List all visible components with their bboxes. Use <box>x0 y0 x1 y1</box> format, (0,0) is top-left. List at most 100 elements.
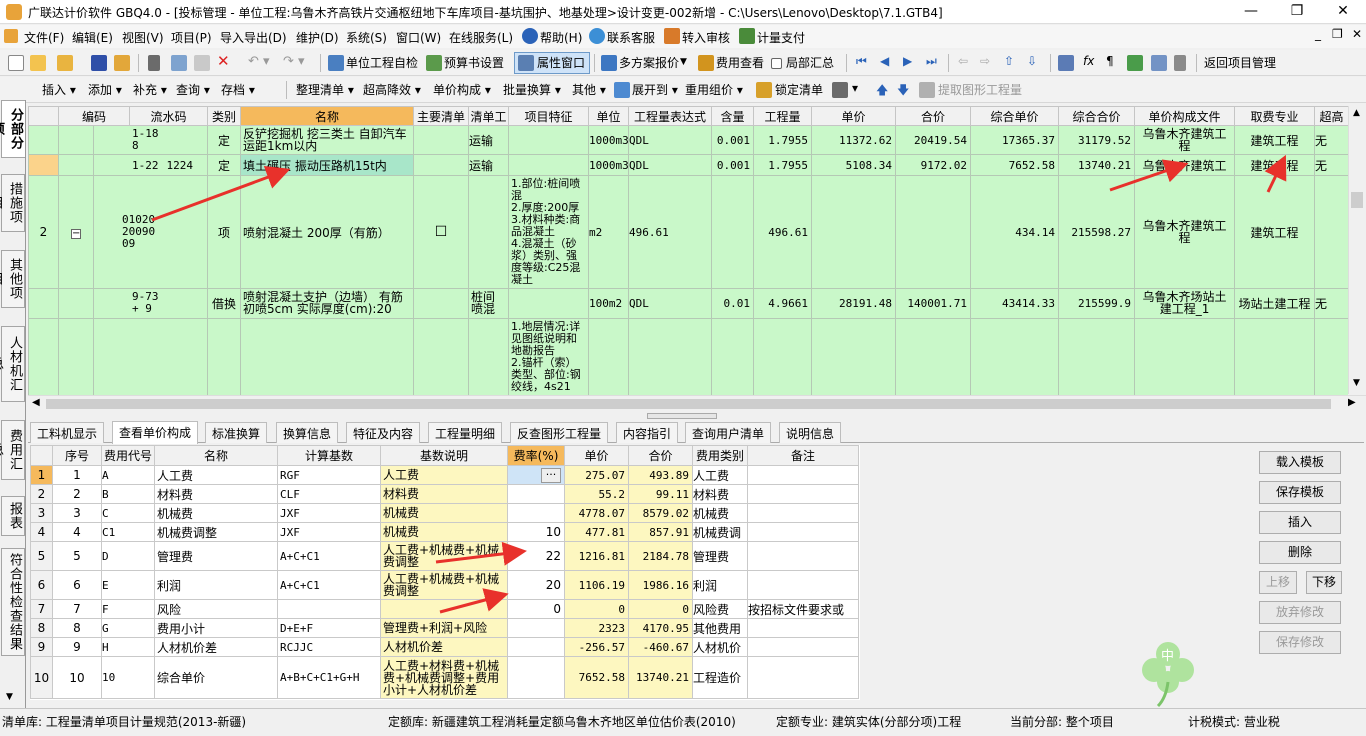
unit-price-cell[interactable]: -256.57 <box>564 637 629 657</box>
total-cell[interactable]: 8579.02 <box>628 503 693 523</box>
base-desc-cell[interactable]: 人材机价差 <box>380 637 508 657</box>
header-total[interactable]: 合价 <box>628 445 693 466</box>
main-list-cell[interactable] <box>413 318 470 396</box>
header-type[interactable]: 类别 <box>207 106 242 126</box>
fee-name-cell[interactable]: 风险 <box>154 599 278 619</box>
calc-base-cell[interactable] <box>277 599 381 619</box>
layers-icon[interactable] <box>1151 55 1167 71</box>
note-cell[interactable] <box>747 465 859 485</box>
next-icon[interactable]: ▶ <box>903 54 912 68</box>
note-cell[interactable] <box>747 570 859 600</box>
fee-code-cell[interactable]: C <box>101 503 155 523</box>
table-row[interactable]: 2 − 01020 20090 09 项 喷射混凝土 200厚（有筋） ☐ 1.部位… <box>28 175 1348 289</box>
unit-cell[interactable]: 1000m3 <box>588 125 630 155</box>
menu-online-service[interactable]: 在线服务(L) <box>449 29 513 46</box>
menu-import-export[interactable]: 导入导出(D) <box>220 29 287 46</box>
header-rate[interactable]: 费率(%) <box>507 445 565 466</box>
content-cell[interactable]: 0.01 <box>711 288 755 319</box>
fee-code-cell[interactable]: G <box>101 618 155 638</box>
list-icon[interactable] <box>1174 55 1186 71</box>
expr-cell[interactable]: QDL <box>628 154 713 176</box>
paint-icon[interactable] <box>832 82 848 98</box>
rate-cell[interactable]: ··· <box>507 465 565 485</box>
note-cell[interactable] <box>747 541 859 571</box>
composition-row[interactable]: 3 3 C 机械费 JXF 机械费 4778.07 8579.02 机械费 <box>30 503 859 523</box>
tab-description[interactable]: 说明信息 <box>779 422 842 443</box>
fee-name-cell[interactable]: 利润 <box>154 570 278 600</box>
multi-quote-button[interactable]: 多方案报价 <box>619 54 679 71</box>
move-up-icon[interactable]: ⇧ <box>1004 54 1014 68</box>
code-cell[interactable]: 01020 20090 09 <box>92 175 209 289</box>
total-cell[interactable]: 9172.02 <box>895 154 972 176</box>
comp-price-cell[interactable]: 434.14 <box>970 175 1060 289</box>
price-file-cell[interactable] <box>1134 318 1236 396</box>
calc-base-cell[interactable]: RCJJC <box>277 637 381 657</box>
total-cell[interactable]: 857.91 <box>628 522 693 542</box>
fee-name-cell[interactable]: 人材机价差 <box>154 637 278 657</box>
comp-total-cell[interactable] <box>1058 318 1136 396</box>
features-cell[interactable]: 1.部位:桩间喷混 2.厚度:200厚 3.材料种类:商品混凝土 4.混凝土（砂浆）类… <box>508 175 590 289</box>
header-fee-name[interactable]: 名称 <box>154 445 278 466</box>
total-cell[interactable]: 99.11 <box>628 484 693 504</box>
add-menu[interactable]: 添加 ▾ <box>88 81 122 98</box>
total-cell[interactable]: 140001.71 <box>895 288 972 319</box>
menu-measure-pay[interactable]: 计量支付 <box>757 29 805 46</box>
expr-cell[interactable]: 496.61 <box>628 175 713 289</box>
splitter-grip[interactable] <box>647 413 717 419</box>
fee-name-cell[interactable]: 管理费 <box>154 541 278 571</box>
fee-major-cell[interactable]: 建筑工程 <box>1234 125 1316 155</box>
tab-compliance-check[interactable]: 符合性检查结果 <box>1 548 25 656</box>
header-base-desc[interactable]: 基数说明 <box>380 445 508 466</box>
header-code[interactable]: 编码 <box>57 106 131 126</box>
name-cell[interactable] <box>240 318 415 396</box>
unit-price-cell[interactable]: 1216.81 <box>564 541 629 571</box>
move-left-icon[interactable]: ⇦ <box>958 54 968 68</box>
fee-name-cell[interactable]: 机械费调整 <box>154 522 278 542</box>
batch-convert-menu[interactable]: 批量换算 ▾ <box>503 81 561 98</box>
paste-icon[interactable] <box>194 55 210 71</box>
menu-customer-service[interactable]: 联系客服 <box>607 29 655 46</box>
paint-dropdown-icon[interactable]: ▾ <box>852 81 858 95</box>
features-cell[interactable]: 1.地层情况:详见图纸说明和地勘报告 2.锚杆（索）类型、部位:钢绞线，4s21 <box>508 318 590 396</box>
base-desc-cell[interactable]: 人工费+机械费+机械费调整 <box>380 570 508 600</box>
tab-quantity-detail[interactable]: 工程量明细 <box>428 422 503 443</box>
move-down-icon[interactable]: ⇩ <box>1027 54 1037 68</box>
seq-cell[interactable]: 9 <box>52 637 102 657</box>
note-cell[interactable] <box>747 503 859 523</box>
redo-icon[interactable]: ↷ ▾ <box>283 54 305 69</box>
tab-standard-conversion[interactable]: 标准换算 <box>205 422 268 443</box>
height-reduction-menu[interactable]: 超高降效 ▾ <box>363 81 421 98</box>
qty-cell[interactable]: 496.61 <box>753 175 813 289</box>
undo-icon[interactable]: ↶ ▾ <box>248 54 270 69</box>
main-list-cell[interactable] <box>413 288 470 319</box>
last-icon[interactable]: ⏭ <box>926 54 937 69</box>
header-comp-price[interactable]: 综合单价 <box>970 106 1060 126</box>
fee-category-cell[interactable]: 人材机价 <box>692 637 748 657</box>
fee-category-cell[interactable]: 工程造价 <box>692 656 748 699</box>
fee-name-cell[interactable]: 费用小计 <box>154 618 278 638</box>
header-unit[interactable]: 单位 <box>588 106 630 126</box>
comp-total-cell[interactable]: 13740.21 <box>1058 154 1136 176</box>
menu-maintain[interactable]: 维护(D) <box>296 29 339 46</box>
calc-base-cell[interactable]: JXF <box>277 503 381 523</box>
header-price[interactable]: 单价 <box>811 106 897 126</box>
work-cell[interactable]: 运输 <box>468 125 510 155</box>
fee-code-cell[interactable]: E <box>101 570 155 600</box>
fee-code-cell[interactable]: D <box>101 541 155 571</box>
composition-row[interactable]: 7 7 F 风险 0 0 0 风险费 按招标文件要求或 <box>30 599 859 619</box>
composition-row[interactable]: 9 9 H 人材机价差 RCJJC 人材机价差 -256.57 -460.67 人材机价 <box>30 637 859 657</box>
comp-total-cell[interactable]: 215598.27 <box>1058 175 1136 289</box>
new-icon[interactable] <box>8 55 24 71</box>
rate-cell[interactable] <box>507 656 565 699</box>
insert-row-button[interactable]: 插入 <box>1259 511 1341 534</box>
work-cell[interactable] <box>468 175 510 289</box>
arrow-up-icon[interactable]: 🡅 <box>876 81 888 102</box>
base-desc-cell[interactable]: 人工费+机械费+机械费调整 <box>380 541 508 571</box>
calc-base-cell[interactable]: RGF <box>277 465 381 485</box>
open-dropdown-icon[interactable] <box>57 55 73 71</box>
rate-cell[interactable]: 10 <box>507 522 565 542</box>
header-expr[interactable]: 工程量表达式 <box>628 106 713 126</box>
menu-edit[interactable]: 编辑(E) <box>72 29 113 46</box>
base-desc-cell[interactable]: 机械费 <box>380 522 508 542</box>
unit-price-menu[interactable]: 单价构成 ▾ <box>433 81 491 98</box>
